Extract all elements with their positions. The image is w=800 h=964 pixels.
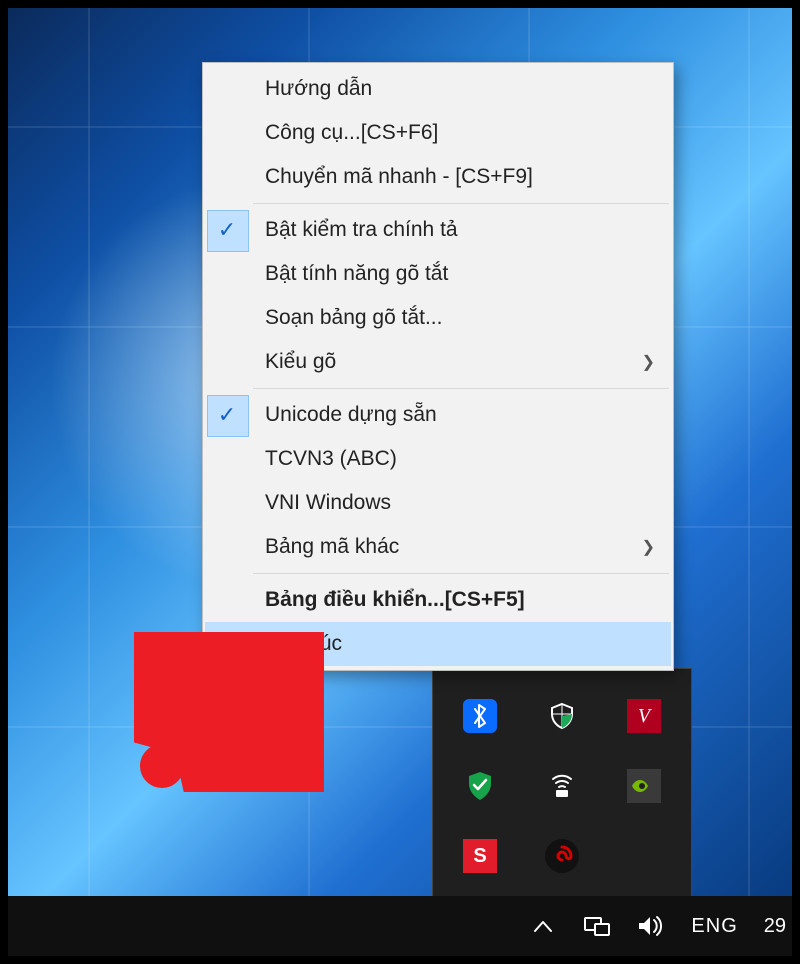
unikey-v-icon[interactable]: V — [627, 699, 661, 733]
submenu-arrow-icon: ❯ — [642, 525, 655, 569]
menu-label: Bật kiểm tra chính tả — [265, 218, 458, 242]
menu-item-bat-tinh-nang-go-tat[interactable]: Bật tính năng gõ tắt — [205, 252, 671, 296]
network-status-icon[interactable] — [583, 912, 611, 940]
menu-item-bang-ma-khac[interactable]: Bảng mã khác ❯ — [205, 525, 671, 569]
menu-item-cong-cu[interactable]: Công cụ...[CS+F6] — [205, 111, 671, 155]
menu-label: Soạn bảng gõ tắt... — [265, 306, 442, 330]
menu-item-bat-kiem-tra-chinh-ta[interactable]: ✓ Bật kiểm tra chính tả — [205, 208, 671, 252]
menu-label: Bảng mã khác — [265, 535, 399, 559]
menu-item-huong-dan[interactable]: Hướng dẫn — [205, 67, 671, 111]
screenshot-frame: V S Hướng dẫn Công cụ...[CS+F6] Chuyển m… — [0, 0, 800, 964]
clock-date[interactable]: 29 — [764, 915, 786, 938]
menu-separator — [253, 203, 669, 204]
menu-item-chuyen-ma-nhanh[interactable]: Chuyển mã nhanh - [CS+F9] — [205, 155, 671, 199]
menu-label: Công cụ...[CS+F6] — [265, 121, 438, 145]
menu-item-bang-dieu-khien[interactable]: Bảng điều khiển...[CS+F5] — [205, 578, 671, 622]
snagit-icon[interactable]: S — [463, 839, 497, 873]
menu-label: Kiểu gõ — [265, 350, 336, 374]
show-hidden-icons-button[interactable] — [529, 912, 557, 940]
menu-item-tcvn3[interactable]: TCVN3 (ABC) — [205, 437, 671, 481]
menu-item-kieu-go[interactable]: Kiểu gõ ❯ — [205, 340, 671, 384]
menu-item-vni-windows[interactable]: VNI Windows — [205, 481, 671, 525]
windows-security-icon[interactable] — [545, 699, 579, 733]
menu-item-unicode-dung-san[interactable]: ✓ Unicode dựng sẵn — [205, 393, 671, 437]
menu-label: Unicode dựng sẵn — [265, 403, 437, 427]
taskbar: ENG 29 — [8, 896, 792, 956]
language-indicator[interactable]: ENG — [691, 915, 737, 938]
menu-label: TCVN3 (ABC) — [265, 447, 397, 471]
check-icon: ✓ — [205, 208, 249, 252]
s-letter: S — [473, 845, 486, 868]
menu-label: Chuyển mã nhanh - [CS+F9] — [265, 165, 533, 189]
menu-label: Bảng điều khiển...[CS+F5] — [265, 588, 525, 612]
menu-label: Hướng dẫn — [265, 77, 372, 101]
menu-separator — [253, 573, 669, 574]
unikey-context-menu: Hướng dẫn Công cụ...[CS+F6] Chuyển mã nh… — [202, 62, 674, 671]
network-adapter-icon[interactable] — [545, 769, 579, 803]
menu-item-ket-thuc[interactable]: Kết thúc — [205, 622, 671, 666]
menu-label: Bật tính năng gõ tắt — [265, 262, 448, 286]
nvidia-icon[interactable] — [627, 769, 661, 803]
menu-label: Kết thúc — [265, 632, 342, 656]
garena-icon[interactable] — [545, 839, 579, 873]
submenu-arrow-icon: ❯ — [642, 340, 655, 384]
volume-icon[interactable] — [637, 912, 665, 940]
check-icon: ✓ — [205, 393, 249, 437]
antivirus-shield-icon[interactable] — [463, 769, 497, 803]
time-text: 29 — [764, 915, 786, 937]
bluetooth-icon[interactable] — [463, 699, 497, 733]
menu-separator — [253, 388, 669, 389]
menu-label: VNI Windows — [265, 491, 391, 515]
v-letter: V — [638, 705, 650, 728]
language-text: ENG — [691, 915, 737, 937]
menu-item-soan-bang-go-tat[interactable]: Soạn bảng gõ tắt... — [205, 296, 671, 340]
system-tray-popup[interactable]: V S — [432, 668, 692, 900]
